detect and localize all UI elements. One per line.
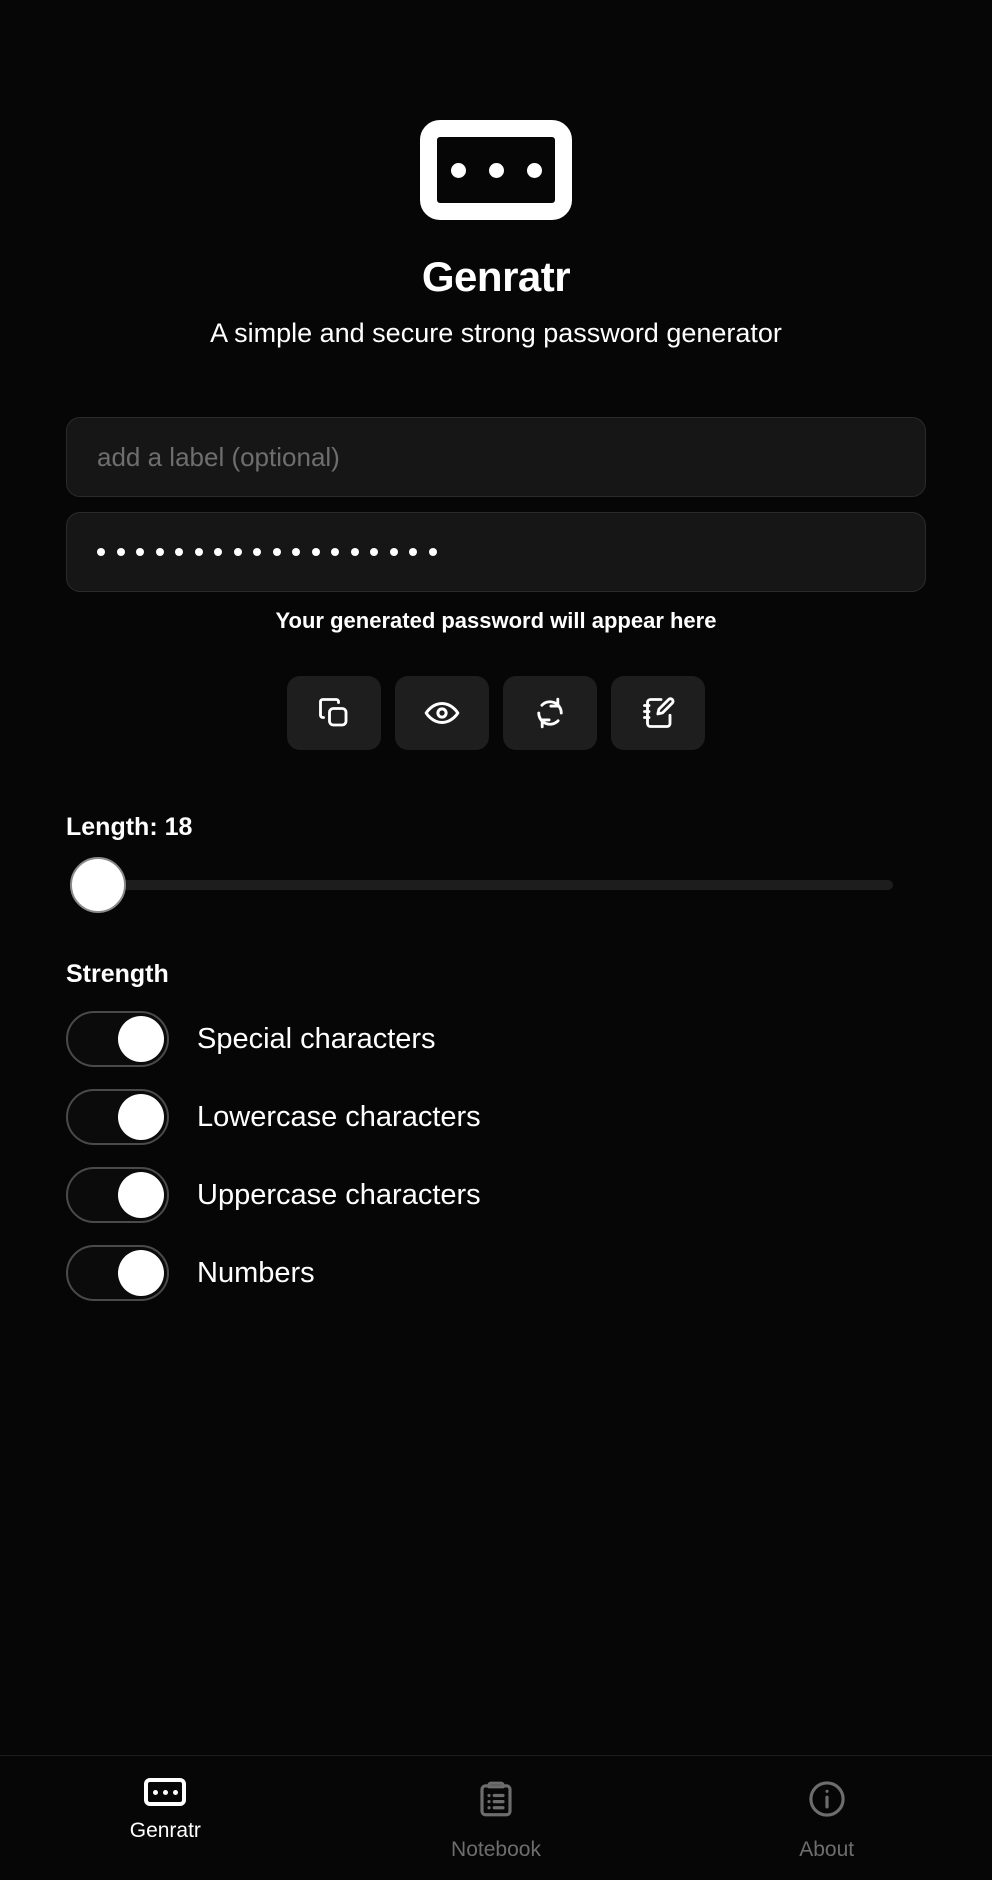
eye-icon	[423, 694, 461, 732]
toggle-knob	[118, 1250, 164, 1296]
refresh-icon	[532, 695, 568, 731]
mask-dot	[409, 548, 417, 556]
mask-dot	[350, 548, 359, 556]
strength-option-lowercase[interactable]: Lowercase characters	[66, 1089, 926, 1145]
mask-dot	[311, 548, 320, 556]
password-dots-icon	[420, 120, 572, 220]
mask-dot	[331, 548, 339, 556]
length-slider-track[interactable]	[74, 880, 893, 890]
nav-item-genratr[interactable]: Genratr	[0, 1778, 331, 1843]
password-output-wrapper: Your generated password will appear here	[66, 512, 926, 634]
toggle-label: Uppercase characters	[197, 1178, 481, 1211]
toggle-numbers[interactable]	[66, 1245, 169, 1301]
save-to-notebook-button[interactable]	[611, 676, 705, 750]
page-title: Genratr	[421, 253, 571, 300]
logo-dot	[488, 162, 504, 178]
mask-dot	[370, 548, 378, 556]
label-input-placeholder: add a label (optional)	[97, 441, 340, 472]
toggle-knob	[118, 1016, 164, 1062]
mask-dot	[272, 548, 281, 556]
reveal-button[interactable]	[395, 676, 489, 750]
toggle-uppercase-characters[interactable]	[66, 1167, 169, 1223]
mask-dot	[116, 548, 125, 556]
toggle-special-characters[interactable]	[66, 1011, 169, 1067]
strength-option-special[interactable]: Special characters	[66, 1011, 926, 1067]
nav-label: Notebook	[451, 1838, 541, 1861]
nav-logo-dot	[172, 1789, 178, 1795]
mask-dot	[97, 548, 105, 556]
nav-item-about[interactable]: About	[661, 1778, 992, 1862]
nav-item-notebook[interactable]: Notebook	[331, 1778, 662, 1862]
logo-container	[66, 0, 926, 220]
toggle-label: Numbers	[197, 1256, 315, 1289]
notebook-edit-icon	[640, 695, 676, 731]
mask-dot	[292, 548, 300, 556]
password-helper-text: Your generated password will appear here	[275, 608, 717, 633]
info-circle-icon	[806, 1778, 848, 1825]
nav-logo-dot	[162, 1789, 168, 1795]
nav-label: About	[799, 1838, 855, 1861]
toggle-label: Lowercase characters	[197, 1100, 481, 1133]
toggle-label: Special characters	[197, 1022, 436, 1055]
mask-dot	[136, 548, 144, 556]
app-root: Genratr A simple and secure strong passw…	[0, 0, 992, 1880]
label-input[interactable]: add a label (optional)	[66, 417, 926, 497]
strength-option-numbers[interactable]: Numbers	[66, 1245, 926, 1301]
mask-dot	[194, 548, 203, 556]
password-dots-icon	[144, 1778, 187, 1806]
length-slider[interactable]	[66, 856, 926, 914]
length-slider-thumb[interactable]	[70, 857, 126, 913]
strength-option-uppercase[interactable]: Uppercase characters	[66, 1167, 926, 1223]
bottom-navigation: Genratr Notebook About	[0, 1755, 992, 1880]
page-subtitle: A simple and secure strong password gene…	[210, 318, 782, 348]
logo-dot	[450, 162, 466, 178]
action-button-row	[66, 676, 926, 750]
password-output-field[interactable]	[66, 512, 926, 592]
mask-dot	[214, 548, 222, 556]
mask-dot	[389, 548, 398, 556]
nav-label: Genratr	[129, 1819, 201, 1842]
length-label: Length: 18	[66, 813, 193, 841]
copy-icon	[316, 695, 352, 731]
toggle-knob	[118, 1172, 164, 1218]
mask-dot	[428, 548, 437, 556]
password-mask-dots	[97, 548, 437, 556]
copy-button[interactable]	[287, 676, 381, 750]
regenerate-button[interactable]	[503, 676, 597, 750]
label-input-wrapper: add a label (optional)	[66, 417, 926, 497]
mask-dot	[155, 548, 164, 556]
toggle-knob	[118, 1094, 164, 1140]
mask-dot	[253, 548, 261, 556]
length-section: Length: 18	[66, 813, 926, 914]
mask-dot	[175, 548, 183, 556]
main-content: Genratr A simple and secure strong passw…	[0, 0, 992, 1755]
nav-logo-dot	[152, 1789, 158, 1795]
strength-section: Strength Special characters Lowercase ch…	[66, 960, 926, 1301]
mask-dot	[233, 548, 242, 556]
toggle-lowercase-characters[interactable]	[66, 1089, 169, 1145]
clipboard-list-icon	[475, 1778, 517, 1825]
strength-label: Strength	[66, 960, 169, 988]
logo-dot	[526, 162, 542, 178]
